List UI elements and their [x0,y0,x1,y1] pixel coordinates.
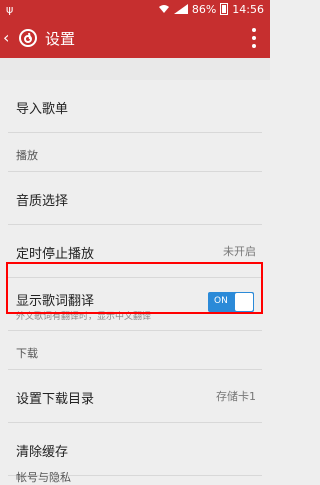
import-playlist-label: 导入歌单 [16,102,69,117]
battery-icon [220,3,229,15]
back-icon[interactable]: ‹ [3,30,17,46]
netease-music-icon [19,29,37,47]
section-playback-label: 播放 [16,149,38,162]
section-playback: 播放 [8,133,262,172]
wifi-icon [158,5,169,13]
battery-level: 86% [191,2,217,16]
status-bar: ψ 86% 14:56 [0,0,270,18]
more-icon[interactable] [252,28,256,48]
highlight-box [6,262,263,314]
usb-icon: ψ [6,3,14,16]
page-title: 设置 [45,29,76,48]
clock: 14:56 [232,2,264,16]
top-spacer [0,58,270,80]
sleep-timer-label: 定时停止播放 [16,247,95,262]
section-download-label: 下载 [16,347,38,360]
import-playlist-item[interactable]: 导入歌单 [8,80,262,133]
clear-cache-label: 清除缓存 [16,445,69,460]
sleep-timer-value: 未开启 [223,245,256,258]
section-download: 下载 [8,331,262,370]
audio-quality-item[interactable]: 音质选择 [8,172,262,225]
download-directory-label: 设置下载目录 [16,392,95,407]
audio-quality-label: 音质选择 [16,194,69,209]
app-bar: ‹ 设置 [0,18,270,58]
download-directory-item[interactable]: 设置下载目录 存储卡1 [8,370,262,423]
signal-icon [173,4,188,14]
section-account-label: 帐号与隐私 [16,471,71,484]
download-directory-value: 存储卡1 [216,390,256,403]
